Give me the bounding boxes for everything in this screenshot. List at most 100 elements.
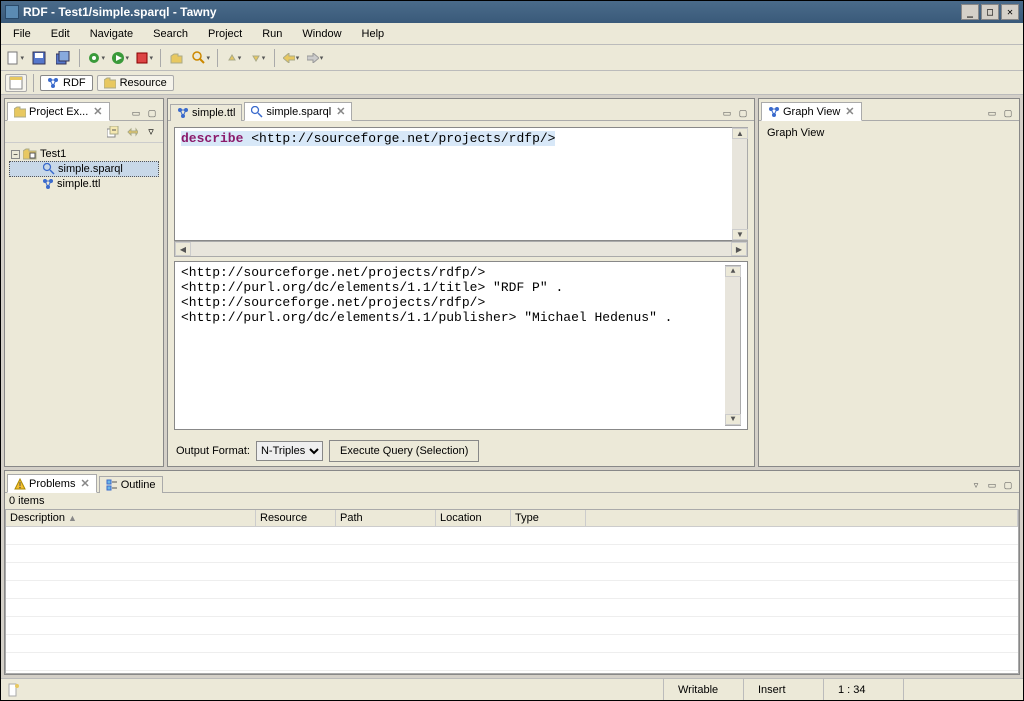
menu-file[interactable]: File (5, 26, 39, 42)
tree-item-sparql[interactable]: simple.sparql (9, 161, 159, 177)
horizontal-scrollbar[interactable]: ◀ ▶ (174, 241, 748, 257)
menu-navigate[interactable]: Navigate (82, 26, 141, 42)
results-output[interactable]: <http://sourceforge.net/projects/rdfp/> … (174, 261, 748, 430)
close-button[interactable]: ✕ (1001, 4, 1019, 20)
col-resource[interactable]: Resource (256, 510, 336, 526)
col-description[interactable]: Description ▲ (6, 510, 256, 526)
debug-button[interactable]: ▾ (86, 48, 106, 68)
scroll-up-button[interactable]: ▲ (732, 128, 748, 139)
maximize-view-button[interactable]: ▢ (1001, 478, 1015, 492)
editor-tab-sparql[interactable]: simple.sparql ✕ (244, 102, 352, 121)
rdf-icon (47, 77, 59, 89)
bottom-tabs: Problems ✕ Outline ▿ ▭ ▢ (5, 471, 1019, 493)
menu-run[interactable]: Run (254, 26, 290, 42)
scroll-track[interactable] (191, 242, 731, 256)
status-icon (7, 683, 19, 697)
vertical-scrollbar[interactable]: ▲ ▼ (725, 265, 741, 426)
vertical-scrollbar[interactable]: ▲ ▼ (732, 127, 748, 241)
open-button[interactable] (167, 48, 187, 68)
menu-help[interactable]: Help (354, 26, 393, 42)
close-icon[interactable]: ✕ (93, 105, 102, 118)
close-icon[interactable]: ✕ (845, 105, 854, 118)
maximize-view-button[interactable]: ▢ (145, 106, 159, 120)
graph-view-tab[interactable]: Graph View ✕ (761, 102, 862, 121)
editor-tabs: simple.ttl simple.sparql ✕ ▭ ▢ (168, 99, 754, 121)
maximize-view-button[interactable]: ▢ (736, 106, 750, 120)
perspective-rdf[interactable]: RDF (40, 75, 93, 91)
external-tool-button[interactable]: ▾ (134, 48, 154, 68)
graph-view: Graph View ✕ ▭ ▢ Graph View (758, 98, 1020, 467)
back-button[interactable]: ▾ (281, 48, 301, 68)
output-format-select[interactable]: N-Triples (256, 441, 323, 461)
perspective-resource[interactable]: Resource (97, 75, 174, 91)
new-button[interactable]: ▾ (5, 48, 25, 68)
next-annotation-button[interactable]: ▾ (248, 48, 268, 68)
run-button[interactable]: ▾ (110, 48, 130, 68)
problems-table-header: Description ▲ Resource Path Location Typ… (6, 510, 1018, 527)
save-button[interactable] (29, 48, 49, 68)
minimize-view-button[interactable]: ▭ (720, 106, 734, 120)
minimize-view-button[interactable]: ▭ (985, 478, 999, 492)
scroll-down-button[interactable]: ▼ (732, 229, 748, 240)
minimize-button[interactable]: _ (961, 4, 979, 20)
menu-edit[interactable]: Edit (43, 26, 78, 42)
project-tree[interactable]: − Test1 simple.sparql simple.tt (5, 143, 163, 195)
toolbar-separator (160, 49, 161, 67)
execute-query-button[interactable]: Execute Query (Selection) (329, 440, 479, 462)
search-button[interactable]: ▾ (191, 48, 211, 68)
app-icon (5, 5, 19, 19)
save-all-button[interactable] (53, 48, 73, 68)
link-editor-button[interactable] (124, 124, 140, 140)
graph-view-tabs: Graph View ✕ ▭ ▢ (759, 99, 1019, 121)
collapse-icon[interactable]: − (11, 150, 20, 159)
project-explorer-tabs: Project Ex... ✕ ▭ ▢ (5, 99, 163, 121)
problems-count: 0 items (5, 493, 1019, 509)
view-menu-button[interactable]: ▿ (969, 478, 983, 492)
project-explorer-view: Project Ex... ✕ ▭ ▢ ▿ (4, 98, 164, 467)
titlebar[interactable]: RDF - Test1/simple.sparql - Tawny _ □ ✕ (1, 1, 1023, 23)
menu-project[interactable]: Project (200, 26, 250, 42)
col-spacer (586, 510, 1018, 526)
minimize-view-button[interactable]: ▭ (985, 106, 999, 120)
scroll-down-button[interactable]: ▼ (725, 414, 741, 425)
tree-project-root[interactable]: − Test1 (9, 147, 159, 161)
menubar: File Edit Navigate Search Project Run Wi… (1, 23, 1023, 45)
forward-button[interactable]: ▾ (305, 48, 325, 68)
problems-tab[interactable]: Problems ✕ (7, 474, 97, 493)
query-input[interactable]: describe <http://sourceforge.net/project… (174, 127, 732, 241)
app-window: RDF - Test1/simple.sparql - Tawny _ □ ✕ … (0, 0, 1024, 701)
tab-label: simple.ttl (192, 107, 235, 119)
close-icon[interactable]: ✕ (336, 105, 345, 118)
col-path[interactable]: Path (336, 510, 436, 526)
tab-label: simple.sparql (266, 106, 331, 118)
maximize-button[interactable]: □ (981, 4, 999, 20)
sort-asc-icon: ▲ (68, 513, 77, 523)
close-icon[interactable]: ✕ (80, 477, 89, 490)
menu-search[interactable]: Search (145, 26, 196, 42)
editor-tab-ttl[interactable]: simple.ttl (170, 104, 242, 121)
collapse-all-button[interactable] (105, 124, 121, 140)
open-perspective-button[interactable] (5, 74, 27, 92)
project-explorer-tab[interactable]: Project Ex... ✕ (7, 102, 110, 121)
col-type[interactable]: Type (511, 510, 586, 526)
scroll-left-button[interactable]: ◀ (175, 242, 191, 256)
col-location[interactable]: Location (436, 510, 511, 526)
maximize-view-button[interactable]: ▢ (1001, 106, 1015, 120)
prev-annotation-button[interactable]: ▾ (224, 48, 244, 68)
scroll-up-button[interactable]: ▲ (725, 266, 741, 277)
project-icon (23, 148, 37, 160)
graph-view-title: Graph View (783, 106, 840, 118)
scroll-right-button[interactable]: ▶ (731, 242, 747, 256)
project-explorer-title: Project Ex... (29, 106, 88, 118)
minimize-view-button[interactable]: ▭ (129, 106, 143, 120)
menu-window[interactable]: Window (294, 26, 349, 42)
view-menu-button[interactable]: ▿ (143, 124, 159, 140)
tree-item-label: simple.sparql (58, 163, 123, 175)
scroll-track[interactable] (732, 139, 747, 229)
problems-table[interactable]: Description ▲ Resource Path Location Typ… (5, 509, 1019, 674)
window-controls: _ □ ✕ (961, 4, 1019, 20)
outline-tab[interactable]: Outline (99, 476, 163, 493)
tree-item-ttl[interactable]: simple.ttl (9, 177, 159, 191)
scroll-track[interactable] (725, 277, 740, 414)
status-spacer (903, 679, 1023, 700)
